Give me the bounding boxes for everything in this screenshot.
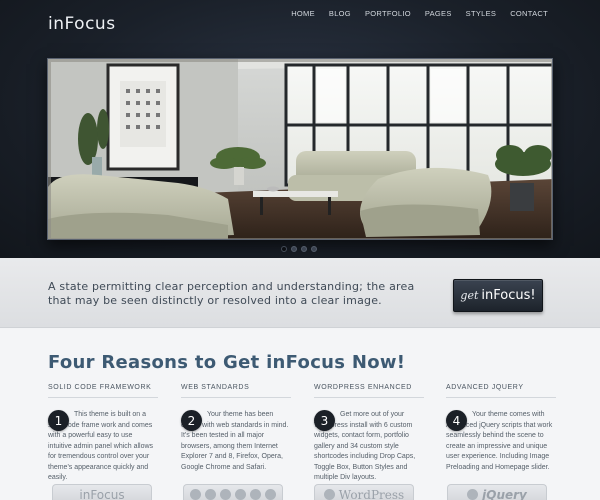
- site-header: inFocus HOME BLOG PORTFOLIO PAGES STYLES…: [0, 0, 600, 258]
- jquery-logo-text: jQuery: [482, 487, 527, 500]
- slider-dot-1[interactable]: [281, 246, 287, 252]
- browser-icon: [250, 489, 261, 500]
- slider-image: [48, 59, 552, 239]
- infocus-logo-badge: inFocus: [52, 484, 152, 500]
- site-logo[interactable]: inFocus: [48, 14, 116, 34]
- cta-brand: inFocus!: [481, 288, 536, 303]
- reason-heading: WEB STANDARDS: [181, 384, 291, 398]
- jquery-logo-badge: jQuery: [447, 484, 547, 500]
- jquery-icon: [467, 489, 479, 500]
- featured-slider[interactable]: [47, 58, 553, 240]
- slider-dot-4[interactable]: [311, 246, 317, 252]
- reason-column-4: ADVANCED JQUERY 4 Your theme comes with …: [446, 384, 556, 473]
- slider-dot-3[interactable]: [301, 246, 307, 252]
- browser-icon: [220, 489, 231, 500]
- nav-portfolio[interactable]: PORTFOLIO: [358, 10, 418, 18]
- reason-heading: SOLID CODE FRAMEWORK: [48, 384, 158, 398]
- nav-contact[interactable]: CONTACT: [503, 10, 548, 18]
- get-infocus-button[interactable]: get inFocus!: [453, 279, 543, 312]
- reason-heading: ADVANCED JQUERY: [446, 384, 556, 398]
- reason-heading: WORDPRESS ENHANCED: [314, 384, 424, 398]
- number-badge-icon: 3: [314, 410, 335, 431]
- wordpress-logo-text: WordPress: [338, 487, 405, 500]
- number-badge-icon: 1: [48, 410, 69, 431]
- cta-prefix: get: [460, 289, 479, 302]
- nav-styles[interactable]: STYLES: [459, 10, 504, 18]
- number-badge-icon: 4: [446, 410, 467, 431]
- wordpress-logo-badge: WordPress: [314, 484, 414, 500]
- browser-icon: [190, 489, 201, 500]
- nav-blog[interactable]: BLOG: [322, 10, 358, 18]
- reason-column-2: WEB STANDARDS 2 Your theme has been code…: [181, 384, 291, 473]
- browser-icon: [265, 489, 276, 500]
- tagline-text: A state permitting clear perception and …: [48, 280, 415, 307]
- number-badge-icon: 2: [181, 410, 202, 431]
- reason-column-3: WORDPRESS ENHANCED 3 Get more out of you…: [314, 384, 424, 484]
- reason-column-1: SOLID CODE FRAMEWORK 1 This theme is bui…: [48, 384, 158, 484]
- wordpress-icon: [323, 489, 335, 500]
- main-nav: HOME BLOG PORTFOLIO PAGES STYLES CONTACT: [284, 10, 548, 18]
- infocus-logo-text: inFocus: [79, 487, 125, 500]
- slider-dot-2[interactable]: [291, 246, 297, 252]
- browser-icon: [235, 489, 246, 500]
- reasons-title: Four Reasons to Get inFocus Now!: [48, 352, 406, 373]
- browser-icons-badge: [183, 484, 283, 500]
- nav-home[interactable]: HOME: [284, 10, 322, 18]
- browser-icon: [205, 489, 216, 500]
- slider-pagination: [281, 246, 317, 252]
- nav-pages[interactable]: PAGES: [418, 10, 459, 18]
